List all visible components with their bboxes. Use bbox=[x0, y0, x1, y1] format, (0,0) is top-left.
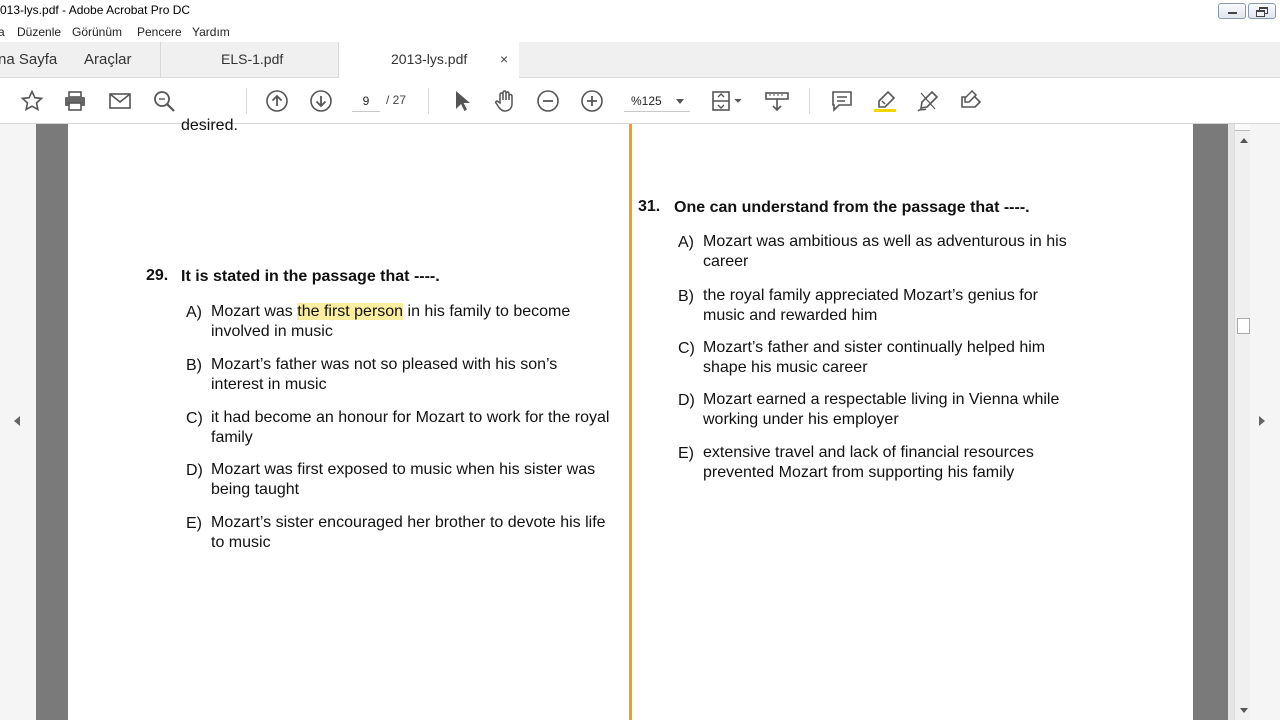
document-area: desired. 29. It is stated in the passage… bbox=[0, 117, 1280, 720]
option-text-part: in his family to become bbox=[403, 303, 571, 320]
title-bar: 013-lys.pdf - Adobe Acrobat Pro DC bbox=[0, 0, 1280, 21]
close-icon[interactable]: × bbox=[500, 51, 508, 67]
tab-bar: na Sayfa Araçlar ELS-1.pdf 2013-lys.pdf … bbox=[0, 42, 1280, 79]
tab-home-label: na Sayfa bbox=[0, 51, 58, 68]
tab-tools-label: Araçlar bbox=[84, 51, 132, 68]
option-letter: B) bbox=[678, 288, 694, 305]
highlight-annotation[interactable]: the first person bbox=[297, 303, 404, 320]
tab-els-1-label: ELS-1.pdf bbox=[221, 51, 284, 67]
option-text: it had become an honour for Mozart to wo… bbox=[211, 409, 610, 446]
option-letter: A) bbox=[678, 234, 694, 251]
tab-2013-lys[interactable]: 2013-lys.pdf × bbox=[339, 42, 519, 79]
pointer-icon[interactable] bbox=[450, 89, 474, 113]
option-letter: E) bbox=[678, 445, 694, 462]
question-number: 29. bbox=[146, 267, 169, 284]
toolbar-separator bbox=[428, 88, 429, 114]
print-icon[interactable] bbox=[63, 89, 87, 113]
page-number-input[interactable]: 9 bbox=[352, 90, 380, 112]
left-panel-toggle[interactable] bbox=[0, 124, 36, 720]
zoom-value: %125 bbox=[631, 94, 662, 108]
option-letter: A) bbox=[186, 304, 202, 321]
window-title: 013-lys.pdf - Adobe Acrobat Pro DC bbox=[0, 3, 191, 17]
scroll-mode-icon[interactable] bbox=[765, 89, 789, 113]
highlight-icon[interactable] bbox=[873, 89, 897, 113]
option-text: Mozart was the first person in his famil… bbox=[211, 302, 621, 342]
question-stem: One can understand from the passage that… bbox=[674, 199, 1030, 216]
menu-view[interactable]: Görünüm bbox=[72, 25, 122, 39]
menu-help[interactable]: Yardım bbox=[192, 25, 230, 39]
option-text-part: involved in music bbox=[211, 323, 333, 340]
option-text: extensive travel and lack of financial r… bbox=[703, 444, 1034, 481]
option-text: Mozart was ambitious as well as adventur… bbox=[703, 233, 1067, 270]
option-letter: D) bbox=[186, 462, 203, 479]
mail-icon[interactable] bbox=[108, 89, 132, 113]
option-letter: C) bbox=[678, 340, 695, 357]
page-total: / 27 bbox=[386, 93, 407, 107]
question-number: 31. bbox=[638, 198, 661, 215]
comment-icon[interactable] bbox=[830, 89, 854, 113]
minimize-button[interactable] bbox=[1218, 3, 1246, 19]
star-icon[interactable] bbox=[20, 89, 44, 113]
column-divider bbox=[629, 124, 632, 720]
option-text: Mozart’s father and sister continually h… bbox=[703, 339, 1046, 376]
option-text: Mozart earned a respectable living in Vi… bbox=[703, 391, 1060, 428]
scroll-up-icon[interactable] bbox=[1240, 138, 1248, 143]
sign-icon[interactable] bbox=[916, 89, 940, 113]
chevron-right-icon bbox=[1259, 416, 1265, 426]
hand-icon[interactable] bbox=[493, 89, 517, 113]
toolbar-separator bbox=[246, 88, 247, 114]
option-letter: E) bbox=[186, 515, 202, 532]
question-stem: It is stated in the passage that ----. bbox=[181, 268, 440, 285]
text-fragment: desired. bbox=[181, 117, 238, 134]
option-text-part: Mozart was bbox=[211, 303, 298, 320]
tab-2013-lys-label: 2013-lys.pdf bbox=[391, 51, 468, 67]
zoom-out-icon[interactable] bbox=[536, 89, 560, 113]
pdf-page: desired. 29. It is stated in the passage… bbox=[68, 117, 1193, 720]
tab-tools[interactable]: Araçlar bbox=[66, 42, 161, 78]
option-text: Mozart’s sister encouraged her brother t… bbox=[211, 514, 606, 551]
option-text: Mozart’s father was not so pleased with … bbox=[211, 356, 558, 393]
search-icon[interactable] bbox=[152, 89, 176, 113]
option-letter: D) bbox=[678, 392, 695, 409]
page-fit-icon[interactable] bbox=[710, 89, 744, 113]
zoom-select[interactable]: %125 bbox=[624, 90, 690, 112]
option-letter: B) bbox=[186, 357, 202, 374]
tab-home[interactable]: na Sayfa bbox=[0, 42, 66, 78]
menu-window[interactable]: Pencere bbox=[137, 25, 182, 39]
menu-file[interactable]: a bbox=[0, 25, 5, 39]
toolbar-separator bbox=[809, 88, 810, 114]
option-text: the royal family appreciated Mozart’s ge… bbox=[703, 287, 1038, 324]
restore-button[interactable] bbox=[1248, 3, 1276, 19]
scroll-down-icon[interactable] bbox=[1240, 708, 1248, 713]
chevron-down-icon bbox=[676, 99, 684, 104]
menu-bar: a Düzenle Görünüm Pencere Yardım bbox=[0, 21, 1280, 42]
tab-els-1[interactable]: ELS-1.pdf bbox=[161, 42, 339, 78]
scroll-thumb[interactable] bbox=[1237, 318, 1250, 334]
right-panel-toggle[interactable] bbox=[1250, 124, 1280, 720]
menu-edit[interactable]: Düzenle bbox=[17, 25, 61, 39]
option-text: Mozart was first exposed to music when h… bbox=[211, 461, 596, 498]
arrow-down-icon[interactable] bbox=[309, 89, 333, 113]
zoom-in-icon[interactable] bbox=[580, 89, 604, 113]
option-letter: C) bbox=[186, 410, 203, 427]
arrow-up-icon[interactable] bbox=[265, 89, 289, 113]
chevron-left-icon bbox=[14, 416, 20, 426]
edit-icon[interactable] bbox=[960, 89, 984, 113]
